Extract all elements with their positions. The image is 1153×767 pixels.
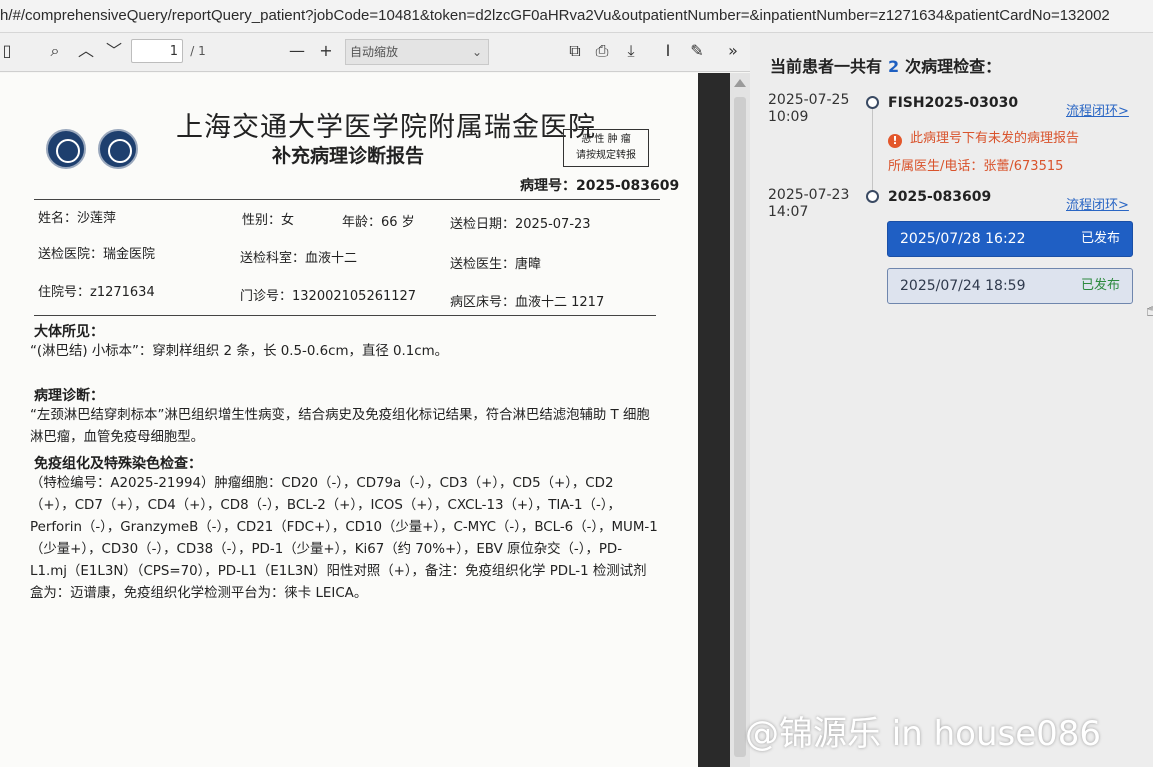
download-icon[interactable]: ⤓: [620, 39, 642, 63]
text-cursor-icon[interactable]: I: [658, 39, 678, 63]
timeline-line: [872, 106, 873, 194]
report-button-active[interactable]: 2025/07/28 16:22 已发布: [887, 221, 1133, 257]
pdf-viewer: ▯ ⌕ ︿ ﹀ 1 / 1 — + 自动缩放 ⌄ ⧉ ⎙ ⤓ I ✎ » 上海交…: [0, 33, 750, 767]
submit-date: 送检日期：2025-07-23: [450, 217, 591, 232]
report-status: 已发布: [1080, 231, 1120, 246]
scroll-thumb[interactable]: [734, 97, 746, 757]
chevron-down-icon: ⌄: [471, 45, 482, 59]
draw-pen-icon[interactable]: ✎: [686, 39, 708, 63]
report-button[interactable]: 2025/07/24 18:59 已发布 ☝: [887, 268, 1153, 321]
pdf-page: 上海交通大学医学院附属瑞金医院 补充病理诊断报告 恶 性 肿 瘤 请按规定转报 …: [0, 73, 698, 767]
record-number[interactable]: 2025-083609: [888, 189, 991, 205]
gross-text: “(淋巴结) 小标本”：穿刺样组织 2 条，长 0.5-0.6cm，直径 0.1…: [30, 344, 449, 359]
watermark: @锦源乐 in house086: [745, 714, 1102, 754]
patient-age: 年龄：66 岁: [342, 215, 415, 230]
report-time: 2025/07/28 16:22: [900, 231, 1026, 247]
zoom-select-label: 自动缩放: [350, 45, 399, 59]
report-time: 2025/07/24 18:59: [900, 278, 1026, 294]
patient-sex: 性别：女: [242, 213, 295, 228]
malignancy-stamp: 恶 性 肿 瘤 请按规定转报: [563, 129, 649, 167]
patient-name: 姓名：沙莲萍: [38, 211, 117, 226]
pathology-history-panel: 当前患者一共有 2 次病理检查： 2025-07-25 10:09 FISH2025…: [750, 33, 1153, 767]
url-text: h/#/comprehensiveQuery/reportQuery_patie…: [0, 7, 1110, 24]
scroll-up-icon[interactable]: [734, 79, 746, 87]
submit-doctor: 送检医生：唐暐: [450, 257, 542, 272]
page-total: / 1: [190, 44, 206, 58]
divider: [34, 199, 660, 200]
hand-cursor-icon: ☝: [1146, 300, 1153, 321]
zoom-in-button[interactable]: +: [316, 39, 336, 63]
record-date: 2025-07-25 10:09: [768, 92, 850, 125]
timeline-dot: [866, 190, 879, 203]
warning-icon: !: [888, 134, 902, 148]
ihc-text: （特检编号：A2025-21994）肿瘤细胞：CD20（-），CD79a（-），…: [30, 476, 658, 601]
process-loop-link[interactable]: 流程闭环>: [1066, 194, 1129, 213]
exam-count: 2: [888, 57, 900, 76]
address-bar[interactable]: h/#/comprehensiveQuery/reportQuery_patie…: [0, 0, 1153, 33]
divider: [34, 315, 656, 316]
process-loop-link[interactable]: 流程闭环>: [1066, 100, 1129, 119]
record-number[interactable]: FISH2025-03030: [888, 95, 1018, 111]
jiaotong-logo-icon: [46, 129, 86, 169]
unpublished-warning: ! 此病理号下有未发的病理报告: [888, 127, 1079, 148]
report-title: 补充病理诊断报告: [272, 145, 425, 167]
print-icon[interactable]: ⎙: [591, 39, 613, 63]
ihc-title: 免疫组化及特殊染色检查：: [34, 456, 202, 472]
hospital-name: 上海交通大学医学院附属瑞金医院: [176, 112, 596, 143]
diagnosis-title: 病理诊断：: [34, 388, 104, 404]
report-status: 已发布: [1080, 278, 1120, 293]
search-icon[interactable]: ⌕: [44, 39, 66, 63]
diagnosis-text: “左颈淋巴结穿刺标本”淋巴组织增生性病变，结合病史及免疫组化标记结果，符合淋巴结…: [30, 408, 650, 445]
timeline-dot: [866, 96, 879, 109]
scrollbar[interactable]: [730, 73, 750, 767]
gross-title: 大体所见：: [34, 324, 104, 340]
page-gutter: [698, 73, 730, 767]
prev-page-icon[interactable]: ︿: [76, 39, 96, 63]
inpatient-number: 住院号：z1271634: [38, 285, 155, 300]
record-date: 2025-07-23 14:07: [768, 187, 850, 220]
next-page-icon[interactable]: ﹀: [104, 39, 124, 63]
submit-dept: 送检科室：血液十二: [240, 251, 358, 266]
presentation-icon[interactable]: ⧉: [564, 39, 586, 63]
outpatient-number: 门诊号：132002105261127: [240, 289, 417, 304]
doctor-contact: 所属医生/电话：张蕾/673515: [888, 159, 1064, 174]
sidebar-toggle-icon[interactable]: ▯: [2, 39, 12, 63]
zoom-out-button[interactable]: —: [287, 39, 307, 63]
more-tools-icon[interactable]: »: [722, 39, 744, 63]
pdf-toolbar: ▯ ⌕ ︿ ﹀ 1 / 1 — + 自动缩放 ⌄ ⧉ ⎙ ⤓ I ✎ »: [0, 33, 750, 72]
ruijin-logo-icon: [98, 129, 138, 169]
submit-hospital: 送检医院：瑞金医院: [38, 247, 156, 262]
pathology-number: 病理号：2025-083609: [520, 178, 680, 194]
ward-bed: 病区床号：血液十二 1217: [450, 295, 605, 310]
zoom-select[interactable]: 自动缩放 ⌄: [345, 39, 489, 65]
panel-heading: 当前患者一共有 2 次病理检查：: [770, 57, 1002, 76]
page-number-input[interactable]: 1: [131, 39, 183, 63]
